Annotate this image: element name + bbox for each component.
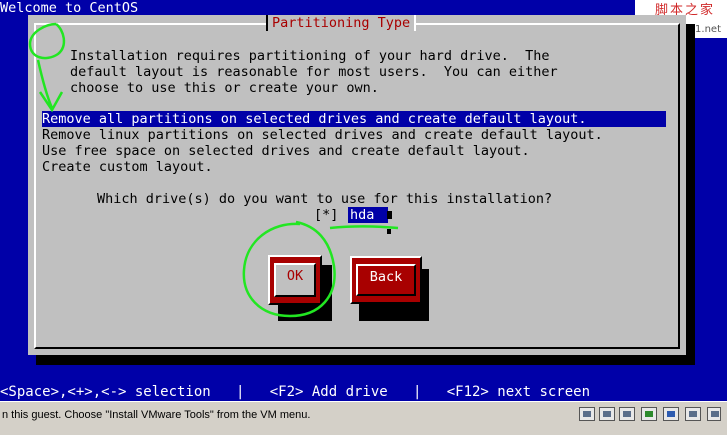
vmware-status-bar: n this guest. Choose "Install VMware Too… [0,401,727,435]
back-button[interactable]: Back [350,256,422,304]
option-remove-linux-partitions[interactable]: Remove linux partitions on selected driv… [42,127,603,143]
ok-button-label: OK [274,263,316,297]
keyboard-help-bar: <Space>,<+>,<-> selection | <F2> Add dri… [0,384,591,400]
message-line-2: default layout is reasonable for most us… [70,64,558,80]
harddisk-icon[interactable] [619,407,635,421]
usb-icon[interactable] [685,407,701,421]
back-button-label: Back [356,264,416,296]
ok-button[interactable]: OK [268,255,322,305]
installer-header: Welcome to CentOS [0,0,139,16]
resize-grip-icon[interactable] [707,407,721,421]
option-custom-layout[interactable]: Create custom layout. [42,159,213,175]
text-cursor [387,211,392,219]
message-line-3: choose to use this or create your own. [70,80,379,96]
sound-icon[interactable] [663,407,679,421]
partitioning-dialog: Partitioning Type Installation requires … [28,15,686,355]
option-use-free-space[interactable]: Use free space on selected drives and cr… [42,143,530,159]
drive-checkbox[interactable]: [*] [314,207,338,223]
option-remove-all-partitions[interactable]: Remove all partitions on selected drives… [42,111,666,127]
vmware-tools-hint: n this guest. Choose "Install VMware Too… [2,409,311,421]
drive-question: Which drive(s) do you want to use for th… [97,191,553,207]
dialog-title: Partitioning Type [266,15,417,31]
cdrom-icon[interactable] [599,407,615,421]
drive-hda-label[interactable]: hda [348,207,388,223]
network-icon[interactable] [641,407,657,421]
scroll-marker [387,229,391,234]
message-line-1: Installation requires partitioning of yo… [70,48,550,64]
floppy-icon[interactable] [579,407,595,421]
